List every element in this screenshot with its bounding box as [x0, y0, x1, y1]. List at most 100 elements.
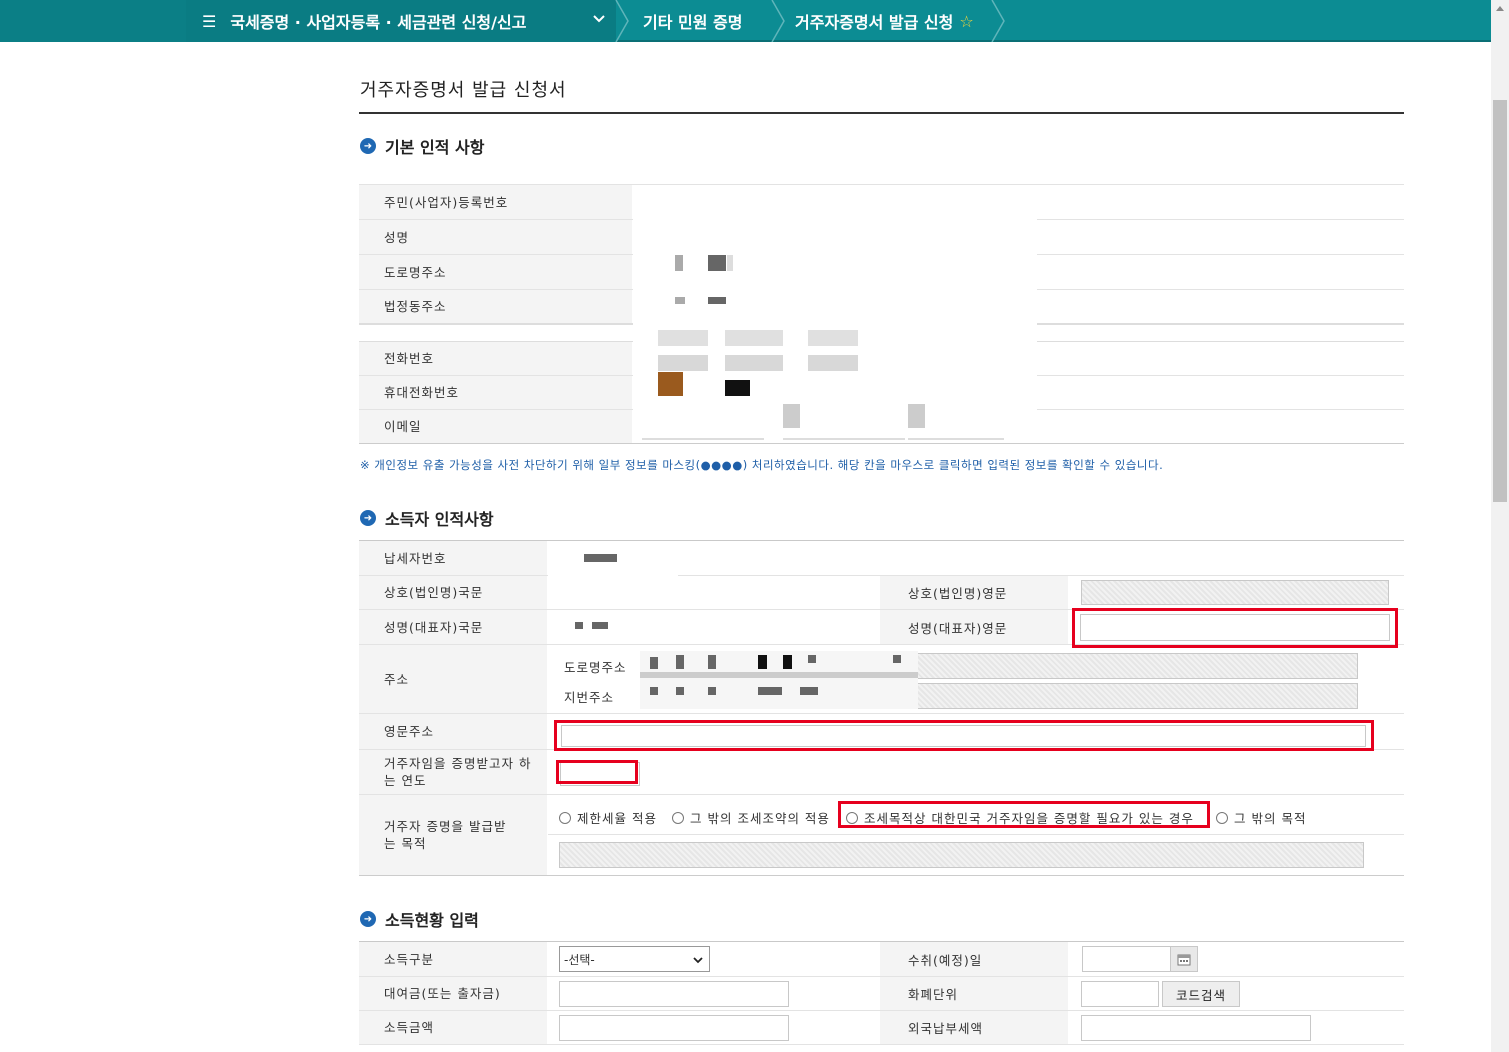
income-amount-input[interactable] — [559, 1015, 789, 1041]
purpose-divider — [548, 834, 1404, 835]
title-divider — [359, 112, 1404, 114]
radio-other-purpose[interactable]: 그 밖의 목적 — [1216, 808, 1306, 827]
label-representative-kr: 성명(대표자)국문 — [359, 610, 547, 644]
masked-address-part[interactable] — [758, 655, 767, 669]
section-title-income-earner: ➜ 소득자 인적사항 — [360, 506, 494, 530]
purpose-other-input[interactable] — [559, 842, 1364, 868]
highlight-box — [554, 720, 1374, 751]
masked-value[interactable] — [708, 297, 726, 304]
masked-address-part[interactable] — [676, 655, 684, 669]
breadcrumb-separator-icon — [771, 0, 785, 42]
radio-limited-tax-rate[interactable]: 제한세율 적용 — [559, 808, 657, 827]
masked-phone-part[interactable] — [725, 330, 783, 346]
label-income-type: 소득구분 — [359, 942, 547, 976]
masking-notice: ※ 개인정보 유출 가능성을 사전 차단하기 위해 일부 정보를 마스킹(●●●… — [360, 458, 1164, 472]
scroll-up-arrow-icon[interactable] — [1496, 6, 1504, 11]
breadcrumb-label: 기타 민원 증명 — [643, 13, 743, 32]
masked-address-part[interactable] — [808, 655, 816, 663]
menu-dropdown-label: 국세증명 · 사업자등록 · 세금관련 신청/신고 — [230, 13, 527, 32]
masked-values-panel[interactable] — [633, 185, 1037, 440]
masked-email-part[interactable] — [725, 380, 750, 396]
masked-representative-kr[interactable] — [575, 622, 583, 629]
masked-address-part[interactable] — [783, 655, 792, 669]
masked-email-part[interactable] — [783, 404, 800, 428]
hamburger-menu-icon[interactable]: ☰ — [202, 12, 216, 31]
radio-other-treaty[interactable]: 그 밖의 조세조약의 적용 — [672, 808, 830, 827]
page-title: 거주자증명서 발급 신청서 — [360, 80, 567, 101]
highlight-box — [1072, 608, 1398, 648]
business-name-en-input[interactable] — [1081, 580, 1389, 605]
arrow-circle-icon: ➜ — [360, 138, 376, 154]
label-loan-amount: 대여금(또는 출자금) — [359, 977, 547, 1010]
label-lot-address-sub: 지번주소 — [564, 690, 615, 705]
masked-taxpayer-number[interactable] — [584, 554, 617, 562]
income-type-select[interactable]: -선택- — [559, 946, 710, 972]
masked-value[interactable] — [727, 255, 733, 271]
label-resident-number: 주민(사업자)등록번호 — [359, 185, 632, 219]
label-phone: 전화번호 — [359, 342, 632, 375]
vertical-scrollbar[interactable] — [1491, 0, 1509, 1052]
loan-amount-input[interactable] — [559, 981, 789, 1007]
masked-address-part[interactable] — [640, 672, 918, 678]
masked-address-part[interactable] — [800, 687, 818, 695]
masked-mobile-part[interactable] — [808, 355, 858, 371]
radio-label: 그 밖의 조세조약의 적용 — [690, 811, 830, 826]
masked-address-part[interactable] — [893, 655, 901, 663]
foreign-tax-input[interactable] — [1081, 1015, 1311, 1041]
breadcrumb-other-certificates[interactable]: 기타 민원 증명 — [643, 0, 742, 42]
scrollbar-thumb[interactable] — [1493, 100, 1507, 502]
highlight-box — [838, 801, 1210, 828]
code-search-button[interactable]: 코드검색 — [1162, 981, 1240, 1007]
breadcrumb-separator-icon — [615, 0, 629, 42]
row-taxpayer-number: 납세자번호 — [359, 541, 1404, 576]
radio-label: 제한세율 적용 — [577, 811, 657, 826]
menu-dropdown[interactable]: ☰ 국세증명 · 사업자등록 · 세금관련 신청/신고 — [186, 0, 616, 42]
row-loan-amount: 대여금(또는 출자금) 화폐단위 — [359, 977, 1404, 1011]
masked-value[interactable] — [675, 255, 683, 271]
masked-email-part[interactable] — [908, 404, 925, 428]
masked-address-part[interactable] — [650, 657, 658, 669]
favorite-star-icon[interactable]: ☆ — [959, 12, 973, 31]
label-name: 성명 — [359, 220, 632, 254]
label-road-address-sub: 도로명주소 — [564, 660, 627, 675]
calendar-icon[interactable] — [1177, 953, 1191, 966]
receipt-date-input[interactable] — [1082, 946, 1172, 972]
breadcrumb-current-page[interactable]: 거주자증명서 발급 신청 ☆ — [795, 0, 974, 42]
label-lot-address: 법정동주소 — [359, 290, 632, 323]
chevron-down-icon[interactable] — [592, 12, 606, 26]
masked-mobile-part[interactable] — [658, 355, 708, 371]
calendar-button[interactable] — [1170, 946, 1198, 972]
masked-phone-part[interactable] — [658, 330, 708, 346]
breadcrumb-label: 거주자증명서 발급 신청 — [795, 13, 954, 32]
chevron-down-icon[interactable] — [693, 955, 703, 965]
masked-phone-part[interactable] — [808, 330, 858, 346]
masked-value[interactable] — [708, 255, 726, 271]
masked-address-part[interactable] — [708, 687, 716, 695]
label-address: 주소 — [359, 645, 547, 713]
radio-circle-icon[interactable] — [1216, 811, 1228, 824]
label-receipt-date: 수취(예정)일 — [880, 942, 1068, 976]
masked-address-part[interactable] — [758, 687, 782, 695]
email-input-line[interactable] — [783, 438, 905, 440]
arrow-circle-icon: ➜ — [360, 510, 376, 526]
masked-address-part[interactable] — [650, 687, 658, 695]
arrow-circle-icon: ➜ — [360, 911, 376, 927]
masked-representative-kr[interactable] — [592, 622, 608, 629]
email-input-line[interactable] — [908, 438, 1004, 440]
masked-value[interactable] — [675, 297, 685, 304]
masked-mobile-part[interactable] — [725, 355, 783, 371]
email-input-line[interactable] — [642, 438, 764, 440]
section-title-income-status: ➜ 소득현황 입력 — [360, 907, 479, 931]
label-business-name-en: 상호(법인명)영문 — [880, 576, 1068, 609]
masked-address-part[interactable] — [708, 655, 716, 669]
breadcrumb-separator-icon — [991, 0, 1005, 42]
label-target-year: 거주자임을 증명받고자 하는 연도 — [359, 750, 547, 794]
masked-address-part[interactable] — [676, 687, 684, 695]
masked-email-part[interactable] — [658, 372, 683, 396]
section-title-text: 소득현황 입력 — [385, 911, 479, 930]
label-representative-en: 성명(대표자)영문 — [880, 610, 1068, 644]
currency-input[interactable] — [1081, 981, 1159, 1007]
radio-label: 그 밖의 목적 — [1234, 811, 1307, 826]
radio-circle-icon[interactable] — [672, 811, 684, 824]
radio-circle-icon[interactable] — [559, 811, 571, 824]
